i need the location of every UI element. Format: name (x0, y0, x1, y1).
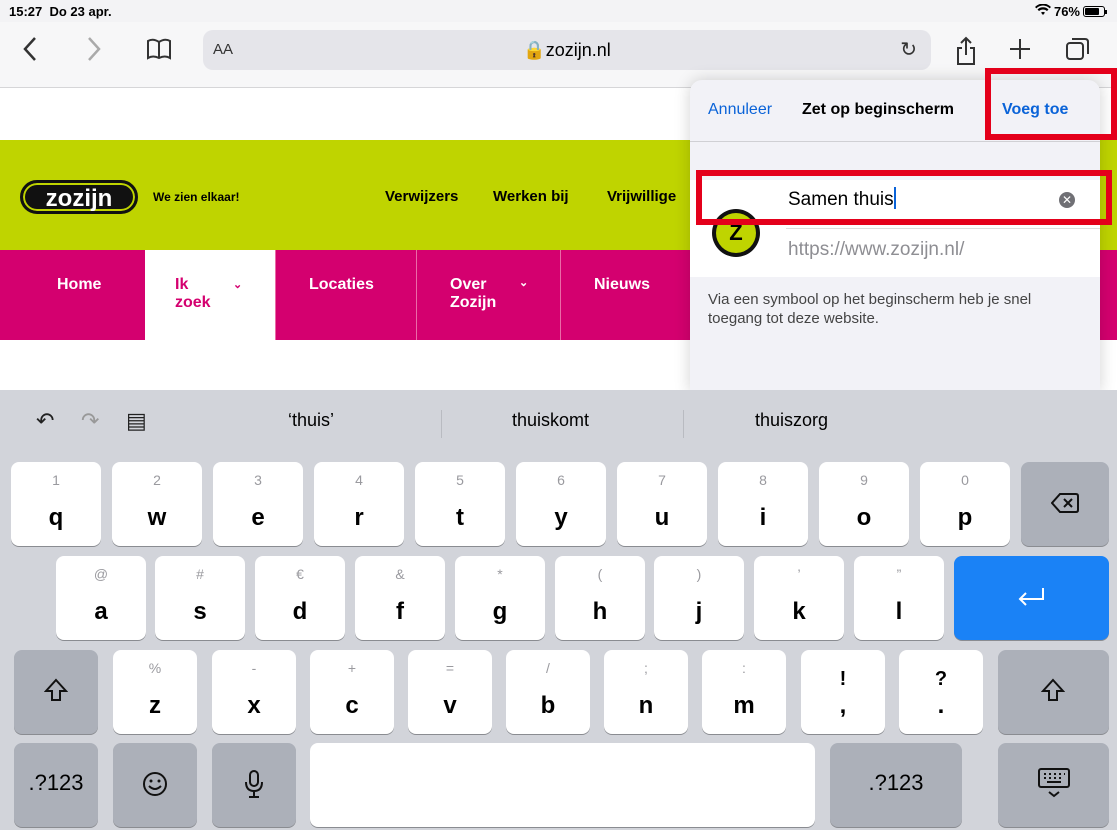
backspace-icon (1050, 492, 1079, 519)
key-exclamation-comma[interactable]: !, (801, 650, 885, 734)
paste-icon[interactable]: ▤ (126, 408, 147, 434)
dictation-key[interactable] (212, 743, 296, 827)
chevron-down-icon: ⌄ (519, 277, 529, 289)
suggestion-divider (441, 410, 442, 438)
wifi-icon (1034, 3, 1051, 19)
keyboard: ↶ ↷ ▤ ‘thuis’ thuiskomt thuiszorg 1q 2w … (0, 390, 1117, 830)
undo-icon[interactable]: ↶ (36, 408, 54, 434)
shift-icon (1040, 678, 1066, 707)
key-b[interactable]: / b (506, 650, 590, 734)
reload-icon[interactable]: ↻ (900, 37, 917, 62)
suggestion-bar: ↶ ↷ ▤ ‘thuis’ thuiskomt thuiszorg (0, 390, 1117, 454)
key-n[interactable]: ; n (604, 650, 688, 734)
share-icon[interactable] (952, 36, 980, 66)
chevron-right-icon[interactable] (82, 36, 106, 66)
popup-description: Via een symbool op het beginscherm heb j… (708, 291, 1032, 327)
key-r[interactable]: 4r (314, 462, 404, 546)
backspace-key[interactable] (1021, 462, 1109, 546)
redo-icon[interactable]: ↷ (81, 408, 99, 434)
key-a[interactable]: @ a (56, 556, 146, 640)
book-icon[interactable] (145, 36, 173, 66)
highlight-name-field (696, 170, 1112, 225)
site-slogan: We zien elkaar! (153, 190, 240, 204)
suggestion-divider (683, 410, 684, 438)
browser-toolbar: AA 🔒zozijn.nl ↻ (0, 22, 1117, 88)
key-i[interactable]: 8i (718, 462, 808, 546)
address-bar[interactable]: AA 🔒zozijn.nl ↻ (203, 30, 931, 70)
key-k[interactable]: ’ k (754, 556, 844, 640)
return-key[interactable] (954, 556, 1109, 640)
card-divider (786, 228, 1100, 229)
key-question-period[interactable]: ?. (899, 650, 983, 734)
chevron-down-icon: ⌄ (233, 279, 243, 291)
key-c[interactable]: + c (310, 650, 394, 734)
url-display: 🔒zozijn.nl (523, 40, 611, 60)
bookmark-url: https://www.zozijn.nl/ (788, 239, 965, 260)
key-u[interactable]: 7u (617, 462, 707, 546)
key-y[interactable]: 6y (516, 462, 606, 546)
key-p[interactable]: 0p (920, 462, 1010, 546)
nav-ik-zoek[interactable]: Ik zoek ⌄ (145, 250, 275, 340)
top-nav-werken-bij[interactable]: Werken bij (493, 188, 569, 205)
key-f[interactable]: & f (355, 556, 445, 640)
shift-key-left[interactable] (14, 650, 98, 734)
battery-icon (1083, 6, 1107, 17)
emoji-key[interactable] (113, 743, 197, 827)
shift-key-right[interactable] (998, 650, 1109, 734)
shift-icon (43, 678, 69, 707)
microphone-icon (244, 769, 264, 804)
key-d[interactable]: € d (255, 556, 345, 640)
key-m[interactable]: :m (702, 650, 786, 734)
key-s[interactable]: # s (155, 556, 245, 640)
key-v[interactable]: = v (408, 650, 492, 734)
plus-icon[interactable] (1006, 36, 1034, 66)
nav-locaties[interactable]: Locaties (276, 250, 416, 340)
status-time: 15:27 Do 23 apr. (9, 4, 112, 19)
key-x[interactable]: -x (212, 650, 296, 734)
space-key[interactable] (310, 743, 815, 827)
suggestion-1[interactable]: ‘thuis’ (288, 410, 334, 431)
top-nav-verwijzers[interactable]: Verwijzers (385, 188, 458, 205)
key-z[interactable]: % z (113, 650, 197, 734)
battery-percentage: 76% (1053, 4, 1080, 19)
key-l[interactable]: ” l (854, 556, 944, 640)
tabs-icon[interactable] (1064, 36, 1092, 66)
key-q[interactable]: 1q (11, 462, 101, 546)
popup-title: Zet op beginscherm (802, 101, 955, 118)
status-bar: 15:27 Do 23 apr. 76% (0, 0, 1117, 22)
key-t[interactable]: 5t (415, 462, 505, 546)
hide-keyboard-key[interactable] (998, 743, 1109, 827)
nav-over-zozijn[interactable]: Over Zozijn ⌄ (417, 250, 560, 340)
lock-icon: 🔒 (523, 40, 546, 60)
key-g[interactable]: * g (455, 556, 545, 640)
nav-nieuws[interactable]: Nieuws (561, 250, 691, 340)
suggestion-3[interactable]: thuiszorg (755, 410, 828, 431)
site-logo[interactable]: zozijn (20, 180, 138, 214)
numbers-key-right[interactable]: .?123 (830, 743, 962, 827)
cancel-button[interactable]: Annuleer (708, 101, 772, 119)
return-icon (1016, 586, 1046, 613)
key-j[interactable]: ) j (654, 556, 744, 640)
numbers-key-left[interactable]: .?123 (14, 743, 98, 827)
chevron-left-icon[interactable] (18, 36, 42, 66)
emoji-icon (142, 771, 168, 802)
key-w[interactable]: 2w (112, 462, 202, 546)
key-e[interactable]: 3e (213, 462, 303, 546)
suggestion-2[interactable]: thuiskomt (512, 410, 589, 431)
keyboard-hide-icon (1037, 767, 1071, 804)
top-nav-vrijwilligers[interactable]: Vrijwillige (607, 188, 676, 205)
highlight-add-button (985, 68, 1117, 140)
key-h[interactable]: (h (555, 556, 645, 640)
status-right: 76% (1034, 3, 1107, 19)
key-o[interactable]: 9o (819, 462, 909, 546)
nav-home[interactable]: Home (0, 250, 145, 340)
